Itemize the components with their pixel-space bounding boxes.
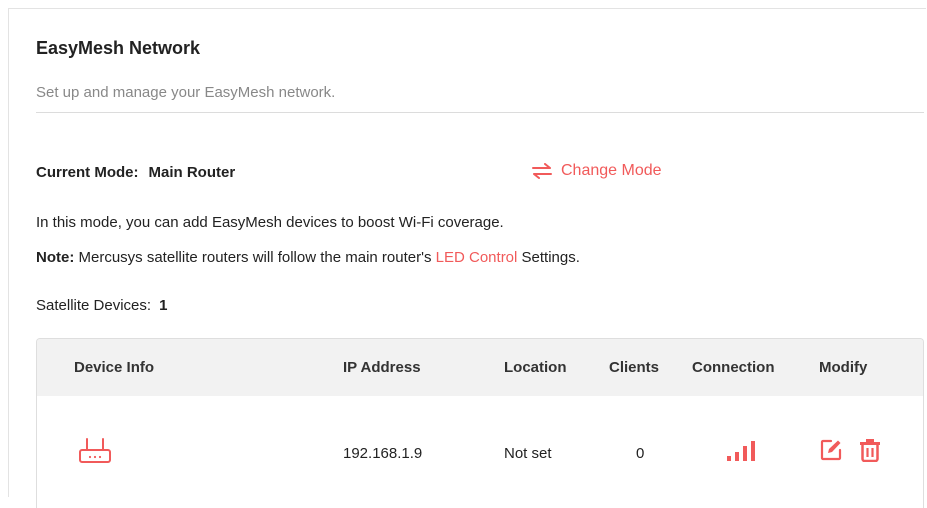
note-suffix: Settings. [517, 249, 580, 266]
page-subtitle: Set up and manage your EasyMesh network. [36, 84, 336, 101]
device-location: Not set [504, 445, 552, 462]
column-ip-address: IP Address [343, 359, 421, 376]
note-prefix: Note: [36, 249, 75, 266]
change-mode-button[interactable]: Change Mode [531, 162, 662, 180]
easymesh-panel: EasyMesh Network Set up and manage your … [8, 8, 926, 508]
column-device-info: Device Info [74, 359, 155, 376]
swap-icon [532, 163, 552, 179]
led-control-link[interactable]: LED Control [436, 249, 518, 266]
signal-strength-icon [727, 441, 755, 461]
column-clients: Clients [609, 359, 660, 376]
change-mode-label: Change Mode [561, 162, 662, 179]
satellite-count: 1 [159, 297, 168, 314]
header-divider [36, 112, 924, 113]
current-mode: Current Mode: Main Router [36, 164, 235, 181]
page-title: EasyMesh Network [36, 38, 201, 58]
note-text: Mercusys satellite routers will follow t… [74, 249, 436, 266]
column-connection: Connection [692, 359, 775, 376]
router-icon [79, 438, 111, 463]
note: Note: Mercusys satellite routers will fo… [36, 249, 580, 266]
column-location: Location [504, 359, 567, 376]
satellite-table: Device Info IP Address Location Clients … [36, 338, 924, 508]
device-ip: 192.168.1.9 [343, 445, 423, 462]
column-modify: Modify [819, 359, 868, 376]
table-header: Device Info IP Address Location Clients … [37, 339, 923, 396]
satellite-label: Satellite Devices: [36, 297, 152, 314]
trash-icon[interactable] [859, 438, 881, 462]
mode-description: In this mode, you can add EasyMesh devic… [36, 214, 504, 231]
current-mode-value: Main Router [148, 164, 236, 181]
edit-icon[interactable] [820, 439, 842, 461]
device-clients: 0 [636, 445, 645, 462]
satellite-devices: Satellite Devices: 1 [36, 297, 167, 314]
current-mode-label: Current Mode: [36, 164, 139, 181]
